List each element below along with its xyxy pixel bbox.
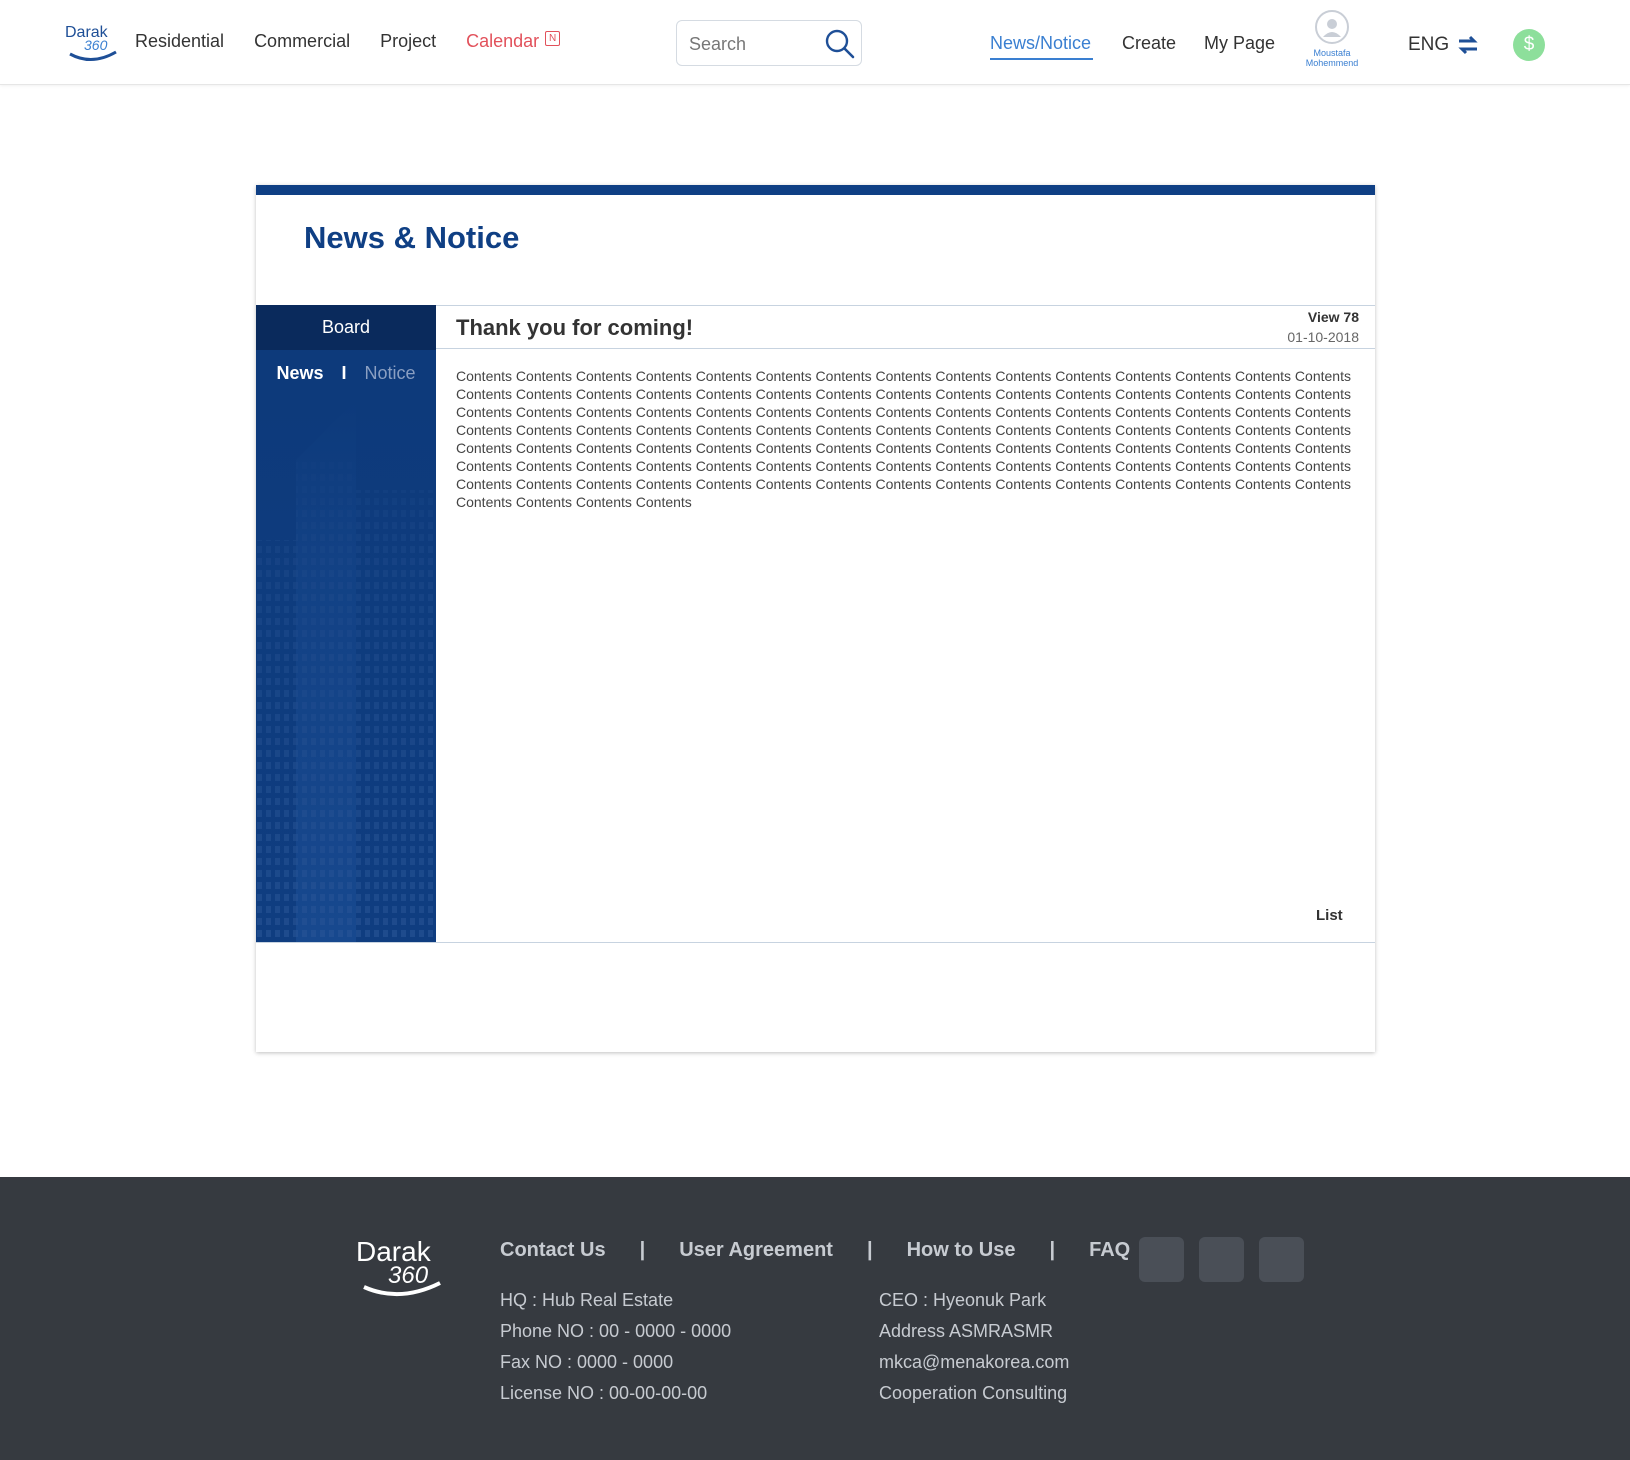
currency-button[interactable]: $ (1513, 29, 1545, 61)
nav-project[interactable]: Project (380, 31, 436, 52)
avatar-icon (1315, 10, 1349, 44)
footer-links: Contact Us | User Agreement | How to Use… (500, 1239, 1130, 1262)
board-heading: Board (256, 305, 436, 350)
news-notice-card: News & Notice Board News I Notice Thank … (256, 185, 1375, 1052)
board-sidebar: Board News I Notice (256, 305, 436, 942)
post-view-count: View 78 (1307, 309, 1359, 325)
tab-notice[interactable]: Notice (365, 363, 416, 384)
footer-license: License NO : 00-00-00-00 (500, 1383, 708, 1403)
darak-logo[interactable]: Darak 360 (64, 22, 120, 62)
list-button[interactable]: List (1316, 907, 1343, 924)
nav-create[interactable]: Create (1122, 33, 1176, 54)
footer-separator: | (866, 1239, 873, 1261)
footer-link-how-to-use[interactable]: How to Use (907, 1239, 1016, 1262)
darak-logo-icon: Darak 360 (65, 24, 117, 61)
post-body: Contents Contents Contents Contents Cont… (456, 368, 1351, 510)
page-title: News & Notice (304, 220, 520, 255)
nav-commercial[interactable]: Commercial (254, 31, 350, 52)
nav-calendar[interactable]: Calendar N (466, 31, 561, 52)
tab-news[interactable]: News (276, 363, 323, 384)
social-icon-1[interactable] (1139, 1237, 1184, 1282)
board-tabs: News I Notice (256, 363, 436, 384)
footer-link-faq[interactable]: FAQ (1089, 1239, 1130, 1262)
nav-my-page[interactable]: My Page (1204, 33, 1275, 54)
footer-separator: | (639, 1239, 646, 1261)
user-profile[interactable]: Moustafa Mohemmend (1300, 10, 1364, 68)
footer-fax: Fax NO : 0000 - 0000 (500, 1352, 674, 1372)
swap-arrows-icon (1458, 35, 1478, 55)
search-box (676, 20, 862, 66)
footer-link-user-agreement[interactable]: User Agreement (679, 1239, 833, 1262)
svg-text:360: 360 (84, 37, 108, 53)
footer-separator: | (1049, 1239, 1056, 1261)
footer-address: Address ASMRASMR (879, 1321, 1054, 1341)
footer-ceo: CEO : Hyeonuk Park (879, 1290, 1047, 1310)
nav-calendar-label: Calendar (466, 31, 540, 51)
building-background-image (256, 400, 436, 942)
card-bottom-divider (256, 942, 1375, 943)
darak-logo-icon: Darak 360 (356, 1236, 441, 1297)
company-info-left: HQ : Hub Real Estate Phone NO : 00 - 000… (500, 1285, 731, 1409)
tab-separator: I (341, 363, 347, 383)
site-footer: Darak 360 Contact Us | User Agreement | … (0, 1177, 1630, 1460)
new-badge: N (545, 31, 561, 46)
search-input[interactable] (689, 31, 819, 57)
top-header: Darak 360 Residential Commercial Project… (0, 0, 1630, 85)
company-info-right: CEO : Hyeonuk Park Address ASMRASMR mkca… (879, 1285, 1069, 1409)
language-label: ENG (1408, 34, 1450, 55)
search-icon[interactable] (824, 28, 856, 60)
footer-hq: HQ : Hub Real Estate (500, 1290, 674, 1310)
footer-cooperation: Cooperation Consulting (879, 1383, 1068, 1403)
nav-residential[interactable]: Residential (135, 31, 224, 52)
nav-news-notice[interactable]: News/Notice (990, 33, 1091, 54)
social-icon-3[interactable] (1259, 1237, 1304, 1282)
user-name-first: Moustafa (1313, 48, 1351, 58)
footer-logo[interactable]: Darak 360 (354, 1233, 446, 1299)
post-date: 01-10-2018 (1287, 329, 1359, 345)
language-switcher[interactable]: ENG (1408, 34, 1479, 56)
social-icon-2[interactable] (1199, 1237, 1244, 1282)
active-nav-underline (990, 58, 1093, 60)
user-name-last: Mohemmend (1305, 58, 1359, 68)
footer-email: mkca@menakorea.com (879, 1352, 1070, 1372)
svg-text:360: 360 (388, 1262, 429, 1289)
post-title: Thank you for coming! (456, 315, 694, 340)
post-header: Thank you for coming! View 78 01-10-2018 (436, 305, 1375, 349)
main-nav: Residential Commercial Project Calendar … (135, 31, 590, 52)
footer-link-contact[interactable]: Contact Us (500, 1239, 606, 1262)
footer-phone: Phone NO : 00 - 0000 - 0000 (500, 1321, 732, 1341)
